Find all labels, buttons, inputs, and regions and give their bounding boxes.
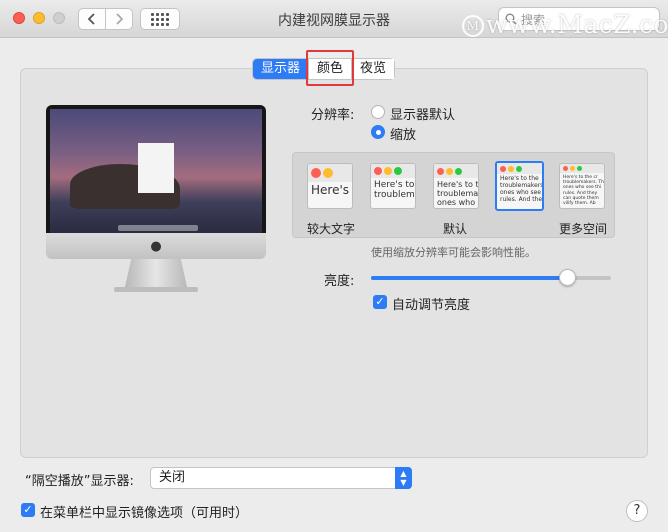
default-label: 默认 bbox=[443, 222, 468, 236]
scale-option-5[interactable]: Here's to the cr troublemakers. Th ones … bbox=[559, 163, 605, 209]
more-space-label: 更多空间 bbox=[559, 222, 608, 236]
scale-option-1[interactable]: Here's bbox=[307, 163, 353, 209]
screen-dock bbox=[118, 225, 198, 231]
brightness-slider-fill bbox=[371, 276, 568, 280]
thumb-titlebar bbox=[560, 164, 604, 173]
apple-logo-icon: ● bbox=[150, 238, 162, 254]
thumb-titlebar bbox=[497, 163, 542, 174]
larger-text-label: 较大文字 bbox=[307, 222, 356, 236]
imac-foot bbox=[114, 287, 198, 292]
resolution-label: 分辨率: bbox=[311, 108, 355, 123]
thumb-text: Here's to troublem bbox=[374, 180, 415, 201]
performance-note: 使用缩放分辨率可能会影响性能。 bbox=[371, 246, 536, 259]
radio-scaled[interactable] bbox=[371, 125, 385, 139]
thumb-titlebar bbox=[371, 164, 415, 178]
thumb-text: Here's to the cr troublemakers. Th ones … bbox=[563, 175, 605, 206]
airplay-display-select[interactable]: 关闭 ▲ ▼ bbox=[150, 467, 412, 489]
radio-default-label[interactable]: 显示器默认 bbox=[390, 104, 455, 123]
scale-option-4-selected[interactable]: Here's to the troublemakers. ones who se… bbox=[495, 161, 544, 211]
brightness-label: 亮度: bbox=[324, 274, 355, 289]
airplay-display-value: 关闭 bbox=[159, 470, 186, 485]
imac-bezel bbox=[46, 105, 266, 233]
tab-color-label: 颜色 bbox=[317, 61, 344, 76]
thumb-titlebar bbox=[434, 164, 478, 178]
watermark-text: www.MacZ.com bbox=[486, 10, 668, 39]
mirroring-label[interactable]: 在菜单栏中显示镜像选项（可用时） bbox=[40, 502, 248, 521]
thumb-text: Here's bbox=[311, 183, 350, 197]
radio-default-for-display[interactable] bbox=[371, 105, 385, 119]
thumb-titlebar bbox=[308, 164, 352, 182]
thumb-text: Here's to the troublemakers. ones who se… bbox=[500, 175, 544, 203]
brightness-slider[interactable] bbox=[371, 269, 611, 286]
watermark: Mwww.MacZ.com bbox=[462, 10, 668, 39]
screen-document bbox=[138, 143, 174, 193]
auto-brightness-checkbox[interactable]: ✓ bbox=[373, 295, 387, 309]
scale-option-2[interactable]: Here's to troublem bbox=[370, 163, 416, 209]
tab-night-shift[interactable]: 夜览 bbox=[352, 59, 395, 79]
imac-screen bbox=[50, 109, 262, 233]
scale-option-3[interactable]: Here's to t troublema ones who bbox=[433, 163, 479, 209]
help-button[interactable]: ? bbox=[626, 500, 648, 522]
chevron-up-down-icon: ▲ ▼ bbox=[395, 467, 412, 489]
thumb-text: Here's to t troublema ones who bbox=[437, 180, 479, 208]
imac-stand bbox=[125, 259, 187, 287]
tab-bar: 显示器 颜色 夜览 bbox=[252, 50, 396, 86]
mirroring-checkbox[interactable]: ✓ bbox=[21, 503, 35, 517]
tab-display[interactable]: 显示器 bbox=[253, 59, 309, 79]
imac-illustration: ● bbox=[46, 105, 266, 292]
tab-color[interactable]: 颜色 bbox=[306, 50, 355, 86]
imac-chin: ● bbox=[46, 233, 266, 259]
title-bar: 内建视网膜显示器 搜索 Mwww.MacZ.com bbox=[0, 0, 668, 39]
radio-scaled-label[interactable]: 缩放 bbox=[390, 124, 416, 143]
auto-brightness-label[interactable]: 自动调节亮度 bbox=[392, 294, 470, 313]
watermark-logo-icon: M bbox=[462, 15, 484, 37]
airplay-display-label: “隔空播放”显示器: bbox=[25, 474, 134, 489]
